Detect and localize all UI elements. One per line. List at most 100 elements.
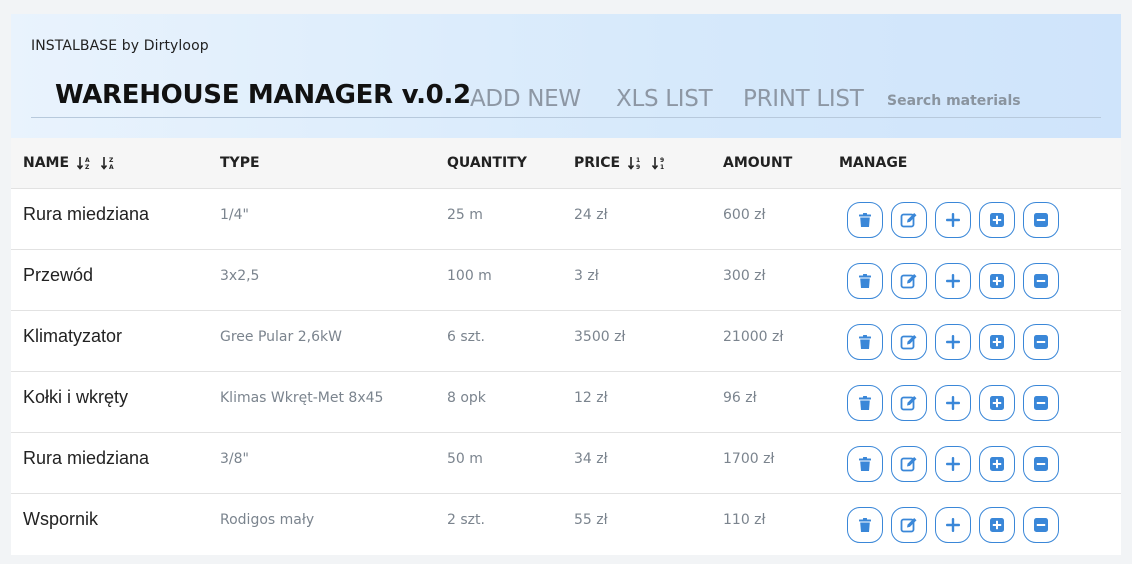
header-divider: [31, 117, 1101, 118]
trash-icon: [859, 518, 871, 532]
svg-text:Z: Z: [85, 164, 90, 170]
item-name: Rura miedziana: [23, 204, 150, 224]
item-quantity: 8 opk: [447, 390, 486, 406]
trash-icon: [859, 335, 871, 349]
decrease-quantity-button[interactable]: [1023, 263, 1059, 299]
delete-button[interactable]: [847, 263, 883, 299]
minus-square-icon: [1034, 457, 1048, 471]
brand-label: INSTALBASE by Dirtyloop: [31, 38, 209, 54]
item-name: Wspornik: [23, 509, 99, 529]
table-row: Klimatyzator Gree Pular 2,6kW 6 szt. 350…: [11, 311, 1121, 372]
plus-square-icon: [990, 335, 1004, 349]
decrease-quantity-button[interactable]: [1023, 385, 1059, 421]
svg-text:A: A: [109, 164, 114, 170]
delete-button[interactable]: [847, 446, 883, 482]
nav-print-list-link[interactable]: PRINT LIST: [743, 86, 864, 112]
table-row: Przewód 3x2,5 100 m 3 zł 300 zł: [11, 250, 1121, 311]
minus-square-icon: [1034, 274, 1048, 288]
delete-button[interactable]: [847, 202, 883, 238]
item-price: 34 zł: [574, 451, 608, 467]
column-name-label: NAME: [23, 155, 70, 171]
decrease-quantity-button[interactable]: [1023, 324, 1059, 360]
edit-icon: [900, 518, 917, 533]
edit-icon: [900, 396, 917, 411]
edit-button[interactable]: [891, 507, 927, 543]
increase-quantity-button[interactable]: [979, 202, 1015, 238]
sort-numeric-desc-icon[interactable]: 9 1: [652, 156, 668, 170]
item-type: Rodigos mały: [220, 512, 315, 528]
nav-xls-list-link[interactable]: XLS LIST: [616, 86, 713, 112]
delete-button[interactable]: [847, 385, 883, 421]
column-header-price: PRICE 1 9 9 1: [574, 155, 668, 171]
nav-add-new-link[interactable]: ADD NEW: [470, 86, 581, 112]
item-type: 3x2,5: [220, 268, 260, 284]
edit-icon: [900, 457, 917, 472]
item-quantity: 2 szt.: [447, 512, 485, 528]
item-amount: 96 zł: [723, 390, 757, 406]
plus-square-icon: [990, 274, 1004, 288]
increase-quantity-button[interactable]: [979, 263, 1015, 299]
decrease-quantity-button[interactable]: [1023, 202, 1059, 238]
sort-numeric-asc-icon[interactable]: 1 9: [628, 156, 644, 170]
add-button[interactable]: [935, 507, 971, 543]
increase-quantity-button[interactable]: [979, 324, 1015, 360]
plus-icon: [946, 213, 960, 227]
item-quantity: 100 m: [447, 268, 492, 284]
item-price: 3 zł: [574, 268, 599, 284]
warehouse-card: INSTALBASE by Dirtyloop WAREHOUSE MANAGE…: [11, 14, 1121, 555]
edit-button[interactable]: [891, 385, 927, 421]
add-button[interactable]: [935, 202, 971, 238]
item-price: 24 zł: [574, 207, 608, 223]
table-row: Kołki i wkręty Klimas Wkręt-Met 8x45 8 o…: [11, 372, 1121, 433]
delete-button[interactable]: [847, 507, 883, 543]
minus-square-icon: [1034, 396, 1048, 410]
item-name: Kołki i wkręty: [23, 387, 129, 407]
edit-button[interactable]: [891, 324, 927, 360]
trash-icon: [859, 213, 871, 227]
column-header-type: TYPE: [220, 155, 260, 171]
svg-text:Z: Z: [109, 157, 114, 164]
decrease-quantity-button[interactable]: [1023, 446, 1059, 482]
item-name: Rura miedziana: [23, 448, 150, 468]
app-header: INSTALBASE by Dirtyloop WAREHOUSE MANAGE…: [11, 14, 1121, 138]
minus-square-icon: [1034, 335, 1048, 349]
decrease-quantity-button[interactable]: [1023, 507, 1059, 543]
svg-text:1: 1: [636, 157, 640, 164]
item-amount: 1700 zł: [723, 451, 775, 467]
item-price: 3500 zł: [574, 329, 626, 345]
table-row: Rura miedziana 1/4" 25 m 24 zł 600 zł: [11, 189, 1121, 250]
item-type: 3/8": [220, 451, 249, 467]
item-amount: 300 zł: [723, 268, 766, 284]
plus-icon: [946, 274, 960, 288]
item-quantity: 25 m: [447, 207, 483, 223]
trash-icon: [859, 396, 871, 410]
edit-button[interactable]: [891, 446, 927, 482]
item-quantity: 50 m: [447, 451, 483, 467]
increase-quantity-button[interactable]: [979, 507, 1015, 543]
plus-icon: [946, 518, 960, 532]
item-quantity: 6 szt.: [447, 329, 485, 345]
plus-square-icon: [990, 457, 1004, 471]
search-input[interactable]: [887, 88, 1067, 114]
increase-quantity-button[interactable]: [979, 446, 1015, 482]
svg-text:9: 9: [660, 157, 664, 164]
increase-quantity-button[interactable]: [979, 385, 1015, 421]
item-name: Przewód: [23, 265, 94, 285]
plus-icon: [946, 457, 960, 471]
column-price-label: PRICE: [574, 155, 621, 171]
edit-button[interactable]: [891, 263, 927, 299]
item-amount: 600 zł: [723, 207, 766, 223]
item-type: Klimas Wkręt-Met 8x45: [220, 390, 384, 406]
add-button[interactable]: [935, 324, 971, 360]
sort-alpha-asc-icon[interactable]: A Z: [77, 156, 93, 170]
delete-button[interactable]: [847, 324, 883, 360]
add-button[interactable]: [935, 446, 971, 482]
column-header-amount: AMOUNT: [723, 155, 793, 171]
plus-square-icon: [990, 396, 1004, 410]
plus-icon: [946, 396, 960, 410]
edit-button[interactable]: [891, 202, 927, 238]
add-button[interactable]: [935, 385, 971, 421]
sort-alpha-desc-icon[interactable]: Z A: [101, 156, 117, 170]
add-button[interactable]: [935, 263, 971, 299]
item-type: Gree Pular 2,6kW: [220, 329, 342, 345]
